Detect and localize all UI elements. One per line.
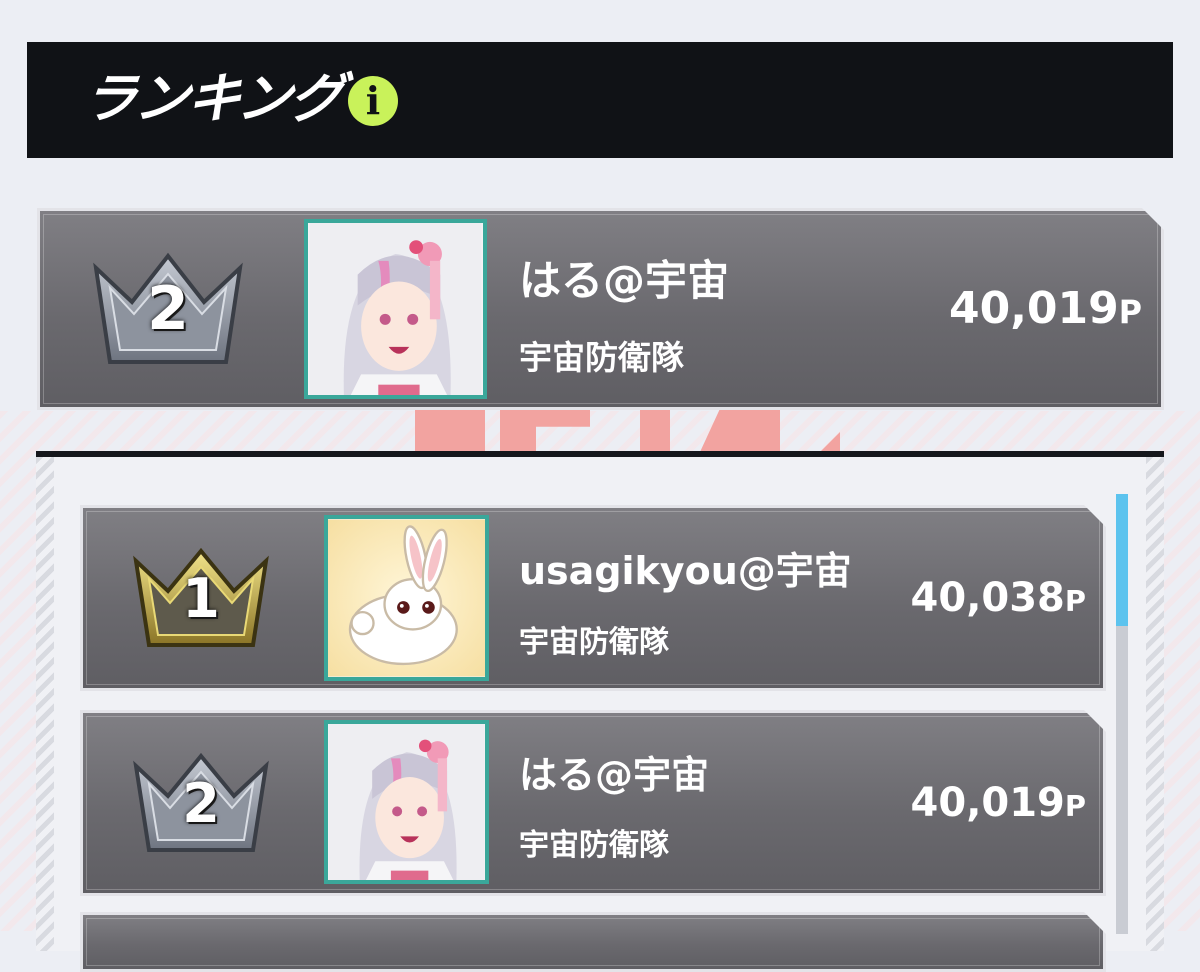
player-name: はる@宇宙 [519, 256, 730, 305]
player-name: はる@宇宙 [519, 753, 710, 797]
background-deco [640, 405, 670, 452]
rank-number: 2 [147, 274, 189, 344]
team-name: 宇宙防衛隊 [519, 338, 684, 377]
score-unit: P [1064, 584, 1086, 618]
gold-crown-icon: 1 [132, 545, 270, 651]
rank-number: 2 [182, 772, 220, 835]
info-icon[interactable]: i [348, 76, 398, 126]
ranking-row[interactable] [80, 912, 1106, 972]
player-avatar [304, 219, 487, 399]
player-avatar [324, 720, 489, 884]
silver-crown-icon: 2 [92, 250, 244, 368]
score: 40,038P [860, 575, 1086, 621]
team-name: 宇宙防衛隊 [519, 625, 669, 660]
background-deco [415, 410, 485, 452]
silver-crown-icon: 2 [132, 750, 270, 856]
ranking-header: ランキング i [27, 42, 1173, 158]
score-value: 40,019 [910, 780, 1065, 826]
player-name: usagikyou@宇宙 [519, 549, 852, 593]
score: 40,019P [860, 780, 1086, 826]
page-title: ランキング [79, 67, 345, 130]
score-unit: P [1064, 789, 1086, 823]
rank-number: 1 [182, 567, 220, 630]
score-unit: P [1118, 295, 1142, 331]
team-name: 宇宙防衛隊 [519, 828, 669, 863]
score: 40,019P [900, 283, 1142, 334]
scrollbar-thumb[interactable] [1116, 494, 1128, 626]
player-avatar [324, 515, 489, 681]
score-value: 40,019 [948, 283, 1119, 334]
score-value: 40,038 [910, 575, 1065, 621]
card-border [86, 918, 1100, 966]
